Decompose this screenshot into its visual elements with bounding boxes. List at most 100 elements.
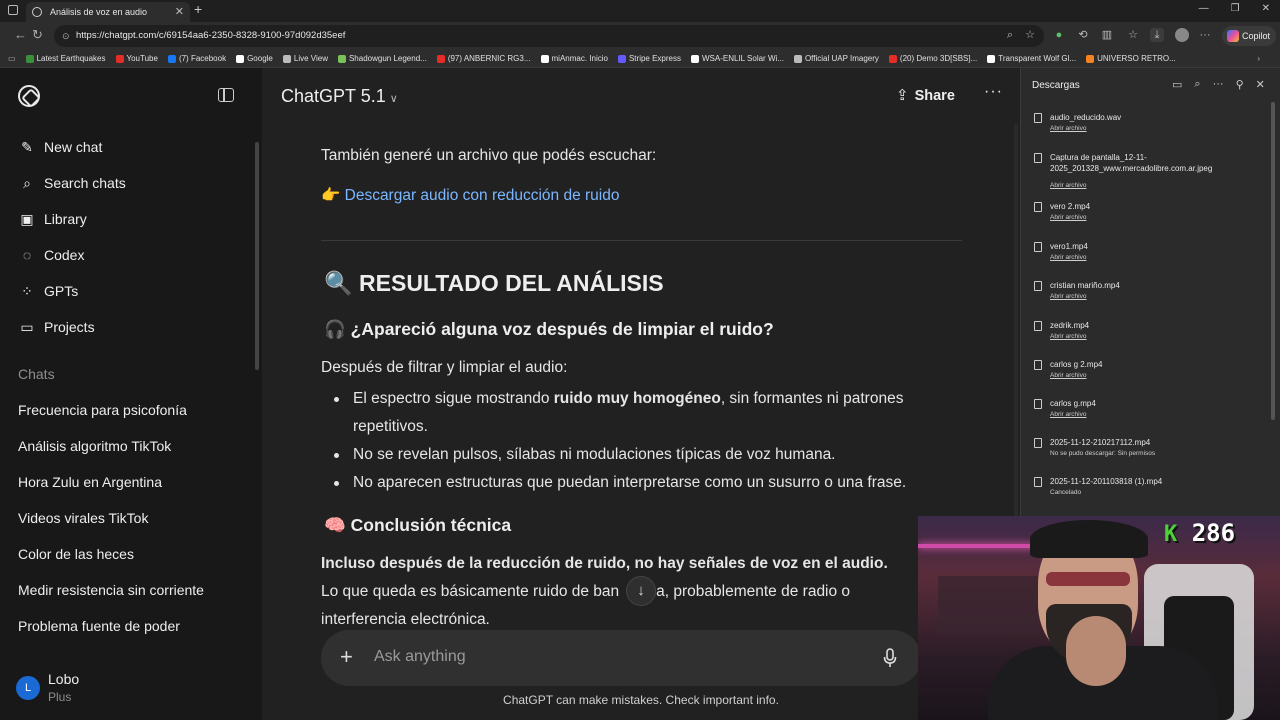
close-icon[interactable]: ✕ xyxy=(1256,78,1265,91)
refresh-icon[interactable]: ↻ xyxy=(32,27,43,43)
bookmark-item[interactable]: UNIVERSO RETRO... xyxy=(1086,54,1176,63)
bookmark-item[interactable]: YouTube xyxy=(115,54,158,63)
open-file-link[interactable]: Abrir archivo xyxy=(1050,125,1086,132)
more-icon[interactable]: ··· xyxy=(1213,78,1224,91)
download-item[interactable]: carlos g.mp4 Abrir archivo xyxy=(1034,398,1264,434)
sidebar-scrollbar[interactable] xyxy=(255,142,259,370)
more-options-icon[interactable]: ··· xyxy=(984,83,1003,101)
bookmark-item[interactable]: (20) Demo 3D[SBS]... xyxy=(888,54,977,63)
bookmark-favicon-icon xyxy=(337,54,346,63)
sidebar-item-gpts[interactable]: ⁘ GPTs xyxy=(18,279,248,303)
bookmark-item[interactable]: Latest Earthquakes xyxy=(25,54,106,63)
download-item[interactable]: audio_reducido.wav Abrir archivo xyxy=(1034,112,1264,148)
open-file-link[interactable]: Abrir archivo xyxy=(1050,333,1086,340)
tab-actions-icon[interactable] xyxy=(8,5,18,15)
share-button[interactable]: ⇪ Share xyxy=(896,86,955,104)
search-icon[interactable]: ⌕ xyxy=(1194,78,1200,91)
close-window-icon[interactable]: ✕ xyxy=(1262,3,1270,14)
open-folder-icon[interactable]: ▭ xyxy=(1172,78,1182,91)
bookmark-item[interactable]: Stripe Express xyxy=(617,54,681,63)
chat-history-item[interactable]: Hora Zulu en Argentina xyxy=(18,474,253,490)
browser-tab[interactable]: Análisis de voz en audio ✕ xyxy=(26,2,190,22)
sidebar-item-new-chat[interactable]: ✎ New chat xyxy=(18,135,248,159)
extension-icon[interactable]: ⟲ xyxy=(1076,28,1090,42)
openai-logo-icon[interactable] xyxy=(18,85,40,107)
back-icon[interactable]: ← xyxy=(14,27,27,42)
user-avatar[interactable]: L xyxy=(16,676,40,700)
bookmark-item[interactable]: (7) Facebook xyxy=(167,54,226,63)
bookmark-item[interactable]: Live View xyxy=(282,54,328,63)
downloads-icon[interactable]: ⤓ xyxy=(1150,28,1164,42)
sidebar-item-search-chats[interactable]: ⌕ Search chats xyxy=(18,171,248,195)
open-file-link[interactable]: Abrir archivo xyxy=(1050,214,1086,221)
microphone-icon[interactable] xyxy=(883,648,897,668)
prompt-input[interactable]: Ask anything xyxy=(374,648,466,666)
chat-history-item[interactable]: Problema fuente de poder xyxy=(18,618,253,634)
downloads-scrollbar[interactable] xyxy=(1271,102,1275,420)
download-item[interactable]: 2025-11-12-201103818 (1).mp4 Cancelado xyxy=(1034,476,1264,512)
close-tab-icon[interactable]: ✕ xyxy=(175,2,184,22)
bookmark-item[interactable]: Google xyxy=(236,54,273,63)
chat-history-item[interactable]: Videos virales TikTok xyxy=(18,510,253,526)
profile-avatar[interactable] xyxy=(1175,28,1189,42)
download-item[interactable]: zedrik.mp4 Abrir archivo xyxy=(1034,320,1264,356)
settings-more-icon[interactable]: ··· xyxy=(1198,28,1212,42)
bookmark-item[interactable]: Official UAP Imagery xyxy=(793,54,879,63)
chat-history-item[interactable]: Color de las heces xyxy=(18,546,253,562)
minimize-icon[interactable]: — xyxy=(1199,3,1209,14)
favorite-star-icon[interactable]: ☆ xyxy=(1023,28,1037,42)
scroll-down-arrow-icon[interactable]: ↓ xyxy=(626,576,656,606)
bookmark-item[interactable]: Transparent Wolf Gl... xyxy=(987,54,1076,63)
new-chat-icon: ✎ xyxy=(21,139,33,155)
model-name: ChatGPT 5.1 xyxy=(281,86,386,106)
bookmark-item[interactable]: (97) ANBERNIC RG3... xyxy=(436,54,531,63)
pin-icon[interactable]: ⚲ xyxy=(1236,78,1244,91)
download-filename: vero 2.mp4 xyxy=(1050,202,1091,211)
chat-history-item[interactable]: Medir resistencia sin corriente xyxy=(18,582,253,598)
site-info-icon[interactable]: ⊙ xyxy=(62,25,70,47)
open-file-link[interactable]: Abrir archivo xyxy=(1050,293,1086,300)
address-bar[interactable]: ⊙ https://chatgpt.com/c/69154aa6-2350-83… xyxy=(54,25,1044,47)
bookmark-label: Shadowgun Legend... xyxy=(348,54,427,63)
more-bookmarks-chevron-icon[interactable]: › xyxy=(1257,54,1260,63)
add-attachment-icon[interactable]: + xyxy=(340,644,353,670)
chat-history-item[interactable]: Análisis algoritmo TikTok xyxy=(18,438,253,454)
copilot-button[interactable]: Copilot xyxy=(1222,26,1276,46)
bookmark-favicon-icon xyxy=(540,54,549,63)
bookmarks-folder-icon[interactable]: ▭ xyxy=(8,54,16,63)
sidebar-item-library[interactable]: ▣ Library xyxy=(18,207,248,231)
conclusion-text: Lo que queda es básicamente ruido de ban… xyxy=(321,578,850,606)
new-tab-button[interactable]: + xyxy=(194,1,202,17)
download-audio-link[interactable]: 👉 Descargar audio con reducción de ruido xyxy=(321,186,620,205)
bookmark-item[interactable]: Shadowgun Legend... xyxy=(337,54,427,63)
download-audio-link-text[interactable]: Descargar audio con reducción de ruido xyxy=(345,187,620,204)
conclusion-text-b: ncha, probablemente de radio o xyxy=(631,583,851,600)
sidebar-item-label: Codex xyxy=(44,247,85,263)
download-item[interactable]: cristian mariño.mp4 Abrir archivo xyxy=(1034,280,1264,316)
split-screen-icon[interactable]: ▥ xyxy=(1100,28,1114,42)
close-sidebar-icon[interactable] xyxy=(218,88,234,102)
favorites-icon[interactable]: ☆ xyxy=(1126,28,1140,42)
open-file-link[interactable]: Abrir archivo xyxy=(1050,182,1086,189)
sidebar-item-codex[interactable]: ◌ Codex xyxy=(18,243,248,267)
restore-icon[interactable]: ❐ xyxy=(1231,3,1240,14)
user-name[interactable]: Lobo xyxy=(48,671,79,687)
file-icon xyxy=(1034,360,1042,370)
open-file-link[interactable]: Abrir archivo xyxy=(1050,254,1086,261)
chats-heading: Chats xyxy=(18,366,55,382)
download-item[interactable]: Captura de pantalla_12-11-2025_201328_ww… xyxy=(1034,152,1264,189)
download-item[interactable]: vero1.mp4 Abrir archivo xyxy=(1034,241,1264,277)
download-item[interactable]: 2025-11-12-210217112.mp4 No se pudo desca… xyxy=(1034,437,1264,473)
download-item[interactable]: vero 2.mp4 Abrir archivo xyxy=(1034,201,1264,237)
open-file-link[interactable]: Abrir archivo xyxy=(1050,372,1086,379)
bookmark-item[interactable]: WSA-ENLIL Solar Wi... xyxy=(691,54,784,63)
open-file-link[interactable]: Abrir archivo xyxy=(1050,411,1086,418)
bookmark-item[interactable]: miAnmac. Inicio xyxy=(540,54,608,63)
chat-history-item[interactable]: Frecuencia para psicofonía xyxy=(18,402,253,418)
zoom-icon[interactable]: ⌕ xyxy=(1003,28,1017,42)
downloads-title: Descargas xyxy=(1032,80,1080,91)
download-item[interactable]: carlos g 2.mp4 Abrir archivo xyxy=(1034,359,1264,395)
sidebar-item-projects[interactable]: ▭ Projects xyxy=(18,315,248,339)
extension-shield-icon[interactable]: ● xyxy=(1052,28,1066,42)
model-selector[interactable]: ChatGPT 5.1 ∨ xyxy=(281,86,398,107)
